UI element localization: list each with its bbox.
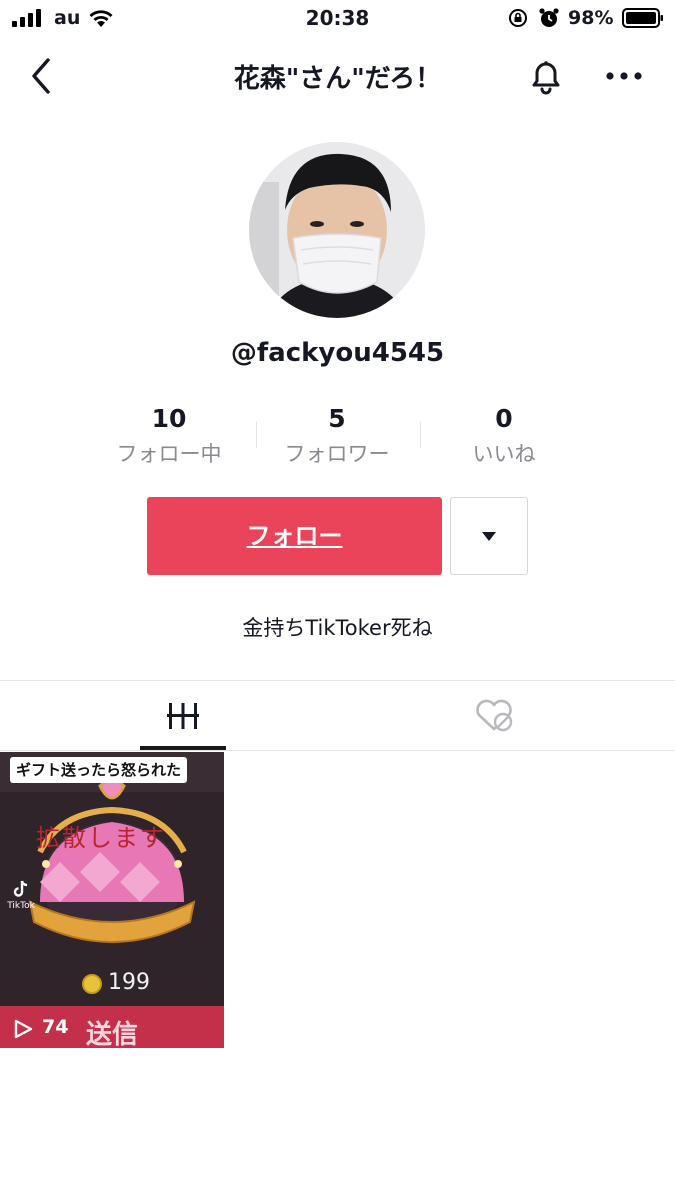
grid-icon [167,703,199,729]
battery-icon [622,8,663,28]
stat-followers[interactable]: 5 フォロワー [262,404,412,468]
follow-button[interactable]: フォロー [147,497,442,575]
stat-value: 10 [151,404,187,433]
stat-likes[interactable]: 0 いいね [429,404,579,468]
suggested-accounts-dropdown-button[interactable] [450,497,528,575]
gift-coin-value: 199 [108,970,150,995]
avatar-photo [249,142,425,318]
stat-value: 0 [495,404,513,433]
stat-label: フォロワー [284,442,390,466]
tiktok-logo-icon [13,880,28,897]
stat-following[interactable]: 10 フォロー中 [94,404,244,468]
top-nav-bar: 花森"さん"だろ！ [0,40,675,112]
video-overlay-text: 拡散します [36,824,166,852]
username: @fackyou4545 [230,338,445,368]
alarm-icon [539,8,559,27]
video-thumbnail[interactable]: ギフト送ったら怒られた 拡散します TikTok 199 送信 74 [0,752,224,1048]
stat-divider [420,422,421,448]
status-bar: au 20:38 98% [0,0,675,38]
send-label: 送信 [86,1020,139,1048]
stat-value: 5 [328,404,346,433]
more-dots-icon [606,72,642,80]
tab-videos[interactable] [140,681,226,751]
tiktok-watermark: TikTok [4,880,38,911]
more-options-button[interactable] [600,54,648,98]
profile-page: au 20:38 98% 花森"さん"だろ！ @fackyou4545 10 フ… [0,0,675,1200]
tabs-divider [0,680,675,681]
play-count: 74 [42,1016,69,1038]
tiktok-watermark-text: TikTok [7,901,35,911]
video-caption: ギフト送ったら怒られた [10,757,188,783]
rotation-lock-icon [509,9,527,27]
page-title: 花森"さん"だろ！ [233,64,442,94]
heart-hidden-icon [476,699,513,732]
follow-button-label: フォロー [246,522,343,550]
tab-liked-videos[interactable] [452,681,538,751]
caret-down-icon [482,532,496,541]
profile-bio: 金持ちTikToker死ね [242,616,433,640]
stat-label: いいね [472,442,536,466]
tabs-divider [0,750,675,751]
coin-icon [82,974,102,994]
battery-percent: 98% [568,7,614,29]
bell-icon [532,61,560,95]
stat-divider [256,422,257,448]
notification-bell-button[interactable] [524,54,568,98]
profile-stats: 10 フォロー中 5 フォロワー 0 いいね [104,404,570,468]
play-icon [14,1019,33,1039]
avatar[interactable] [249,142,425,318]
stat-label: フォロー中 [116,442,222,466]
